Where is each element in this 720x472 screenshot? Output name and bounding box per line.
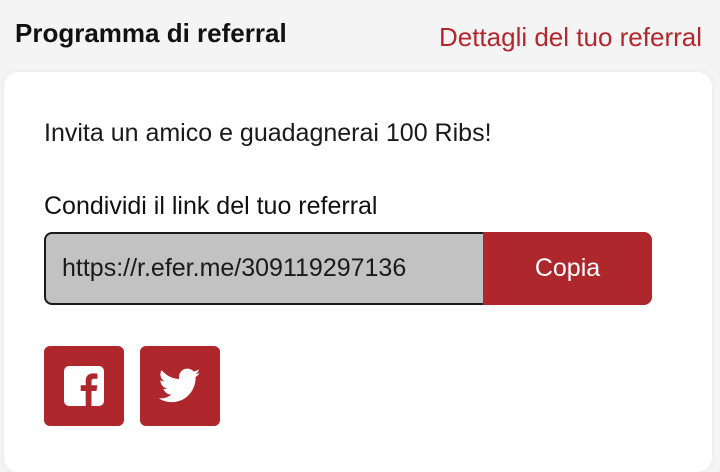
twitter-share-button[interactable] [140,346,220,426]
page-title: Programma di referral [15,18,287,48]
referral-link-input[interactable] [44,232,483,305]
facebook-share-button[interactable] [44,346,124,426]
twitter-icon [159,368,201,404]
page-header: Programma di referral Dettagli del tuo r… [0,0,720,72]
social-share-row [44,346,220,426]
copy-button[interactable]: Copia [483,232,652,305]
invite-text: Invita un amico e guadagnerai 100 Ribs! [44,119,492,147]
share-link-label: Condividi il link del tuo referral [44,192,378,220]
referral-card: Invita un amico e guadagnerai 100 Ribs! … [4,72,712,472]
referral-link-row: Copia [44,232,652,305]
facebook-icon [64,366,104,406]
referral-details-link[interactable]: Dettagli del tuo referral [439,22,702,53]
